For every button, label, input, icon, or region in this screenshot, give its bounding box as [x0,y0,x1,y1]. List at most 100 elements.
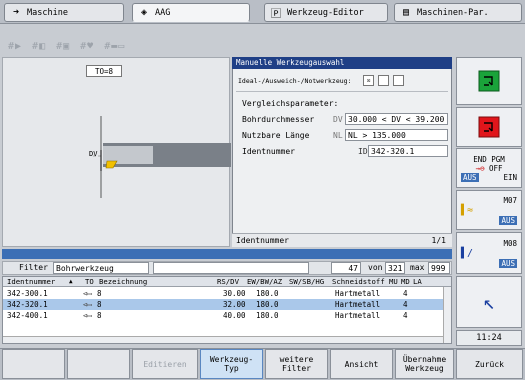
m07-button[interactable]: M07 ▌≈ AUS [456,190,522,230]
to-label: TO=8 [86,65,122,77]
tool-drawing [93,116,231,198]
tab-maschine[interactable]: ➜ Maschine [4,3,124,22]
filter-row: Filter Bohrwerkzeug 47 von 321 max 999 [2,261,452,275]
row-id: 342-400.1 [7,311,48,320]
row-md: 4 [403,311,408,320]
status-page: 1/1 [431,236,446,245]
cycle-stop-button[interactable] [456,107,522,147]
filter-value[interactable]: Bohrwerkzeug [53,262,149,274]
row-md: 4 [403,289,408,298]
row-ew: 180.0 [256,289,279,298]
table-header: Identnummer ▲ TO Bezeichnung RS/DV EW/BW… [3,277,451,287]
filter-count: 47 [331,262,361,274]
row-rs: 32.00 [223,300,246,309]
sort-icon: ▲ [69,278,73,285]
vertical-scrollbar[interactable] [443,287,451,343]
softkey-empty-1[interactable] [2,349,65,379]
dialog-status-line: Identnummer 1/1 [232,233,452,247]
table-row[interactable]: 342-400.1 ⊲▭ 8 40.00 180.0 Hartmetall 4 [3,310,443,321]
ein-state: EIN [503,172,517,182]
ideal-checkbox[interactable]: ☒ [363,75,374,86]
m08-button[interactable]: M08 ▌/ AUS [456,232,522,274]
bohr-field[interactable]: 30.000 < DV < 39.200 [345,113,448,125]
bohr-code: DV [333,115,343,124]
tool-graphic [2,57,231,247]
row-material: Hartmetall [335,289,381,298]
grid-fit-icon: #◧ [32,41,47,52]
coolant-m08-icon: ▌/ [461,247,474,259]
jog-button[interactable]: ↖ [456,276,522,328]
editieren-button[interactable]: Editieren [132,349,198,379]
ident-label: Identnummer [242,147,295,156]
filter-label: Filter [19,263,48,272]
grid-window-icon: #▣ [56,41,71,52]
arrow-right-icon: →⊖ [475,163,485,173]
separator-bar [2,249,452,259]
row-to: 8 [97,300,102,309]
col-to[interactable]: TO [85,277,94,287]
tool-icon: 🄿 [271,9,281,20]
cycle-green-icon [478,70,500,92]
horizontal-scrollbar[interactable] [3,336,443,343]
col-ew-bw-az[interactable]: EW/BW/AZ [247,277,282,287]
notwerkzeug-checkbox[interactable] [393,75,404,86]
aus-state: AUS [461,172,479,182]
ausweich-checkbox[interactable] [378,75,389,86]
filter-extra[interactable] [153,262,309,274]
col-bezeichnung[interactable]: Bezeichnung [99,277,147,287]
row-material: Hartmetall [335,300,381,309]
table-row-selected[interactable]: 342-320.1 ⊲▭ 8 32.00 180.0 Hartmetall 4 [3,299,443,310]
laenge-label: Nutzbare Länge [242,131,310,140]
col-rs-dv[interactable]: RS/DV [217,277,239,287]
laenge-code: NL [333,131,343,140]
col-mu[interactable]: MU [389,277,398,287]
graphic-toolbar: #▶ #◧ #▣ #♥ #▬▭ [8,41,125,53]
cycle-red-icon [478,116,500,138]
laenge-field[interactable]: NL > 135.000 [345,129,448,141]
row-rs: 30.00 [223,289,246,298]
machine-icon: ▤ [402,7,410,18]
grid-heart-icon: #♥ [80,41,95,52]
m08-label: M08 [503,238,517,248]
max-label: max [410,263,425,272]
section-label: Vergleichsparameter: [242,99,339,108]
cycle-start-button[interactable] [456,57,522,105]
end-pgm-button[interactable]: END PGM →⊖ OFF AUS EIN [456,148,522,188]
tab-maschinen-par[interactable]: ▤ Maschinen-Par. [394,3,522,22]
row-md: 4 [403,300,408,309]
table-row[interactable]: 342-300.1 ⊲▭ 8 30.00 180.0 Hartmetall 4 [3,288,443,299]
tool-table: Identnummer ▲ TO Bezeichnung RS/DV EW/BW… [2,276,452,344]
werkzeugtyp-button[interactable]: Werkzeug- Typ [200,349,263,379]
col-sw-sb-hg[interactable]: SW/SB/HG [289,277,324,287]
row-material: Hartmetall [335,311,381,320]
ident-field[interactable]: 342-320.1 [368,145,448,157]
zurueck-button[interactable]: Zurück [456,349,523,379]
row-id: 342-320.1 [7,300,48,309]
col-identnummer[interactable]: Identnummer [7,277,55,287]
row-ew: 180.0 [256,311,279,320]
col-la[interactable]: LA [413,277,422,287]
tab-aag[interactable]: ◈ AAG [132,3,250,22]
softkey-empty-2[interactable] [67,349,130,379]
ideal-label: Ideal-/Ausweich-/Notwerkzeug: [238,77,352,85]
diagonal-arrow-icon: ↖ [482,290,496,314]
endpgm-label: END PGM [473,154,505,164]
grid-tool-icon: #▬▭ [104,41,126,52]
row-rs: 40.00 [223,311,246,320]
divider [236,91,448,92]
col-schneidstoff[interactable]: Schneidstoff [332,277,385,287]
tool-type-icon: ⊲▭ [83,289,93,298]
col-md[interactable]: MD [401,277,410,287]
m07-state: AUS [499,215,517,225]
off-row: →⊖ OFF [475,163,503,173]
ident-code: ID [358,147,368,156]
uebernahme-button[interactable]: Übernahme Werkzeug [395,349,454,379]
aus-ein-row: AUS EIN [461,172,517,182]
tool-type-icon: ⊲▭ [83,300,93,309]
ansicht-button[interactable]: Ansicht [330,349,393,379]
diamond-arrow-icon: ◈ [140,7,148,18]
tab-werkzeug-editor[interactable]: 🄿 Werkzeug-Editor [264,3,388,22]
row-to: 8 [97,311,102,320]
m07-label: M07 [503,195,517,205]
weitere-filter-button[interactable]: weitere Filter [265,349,328,379]
